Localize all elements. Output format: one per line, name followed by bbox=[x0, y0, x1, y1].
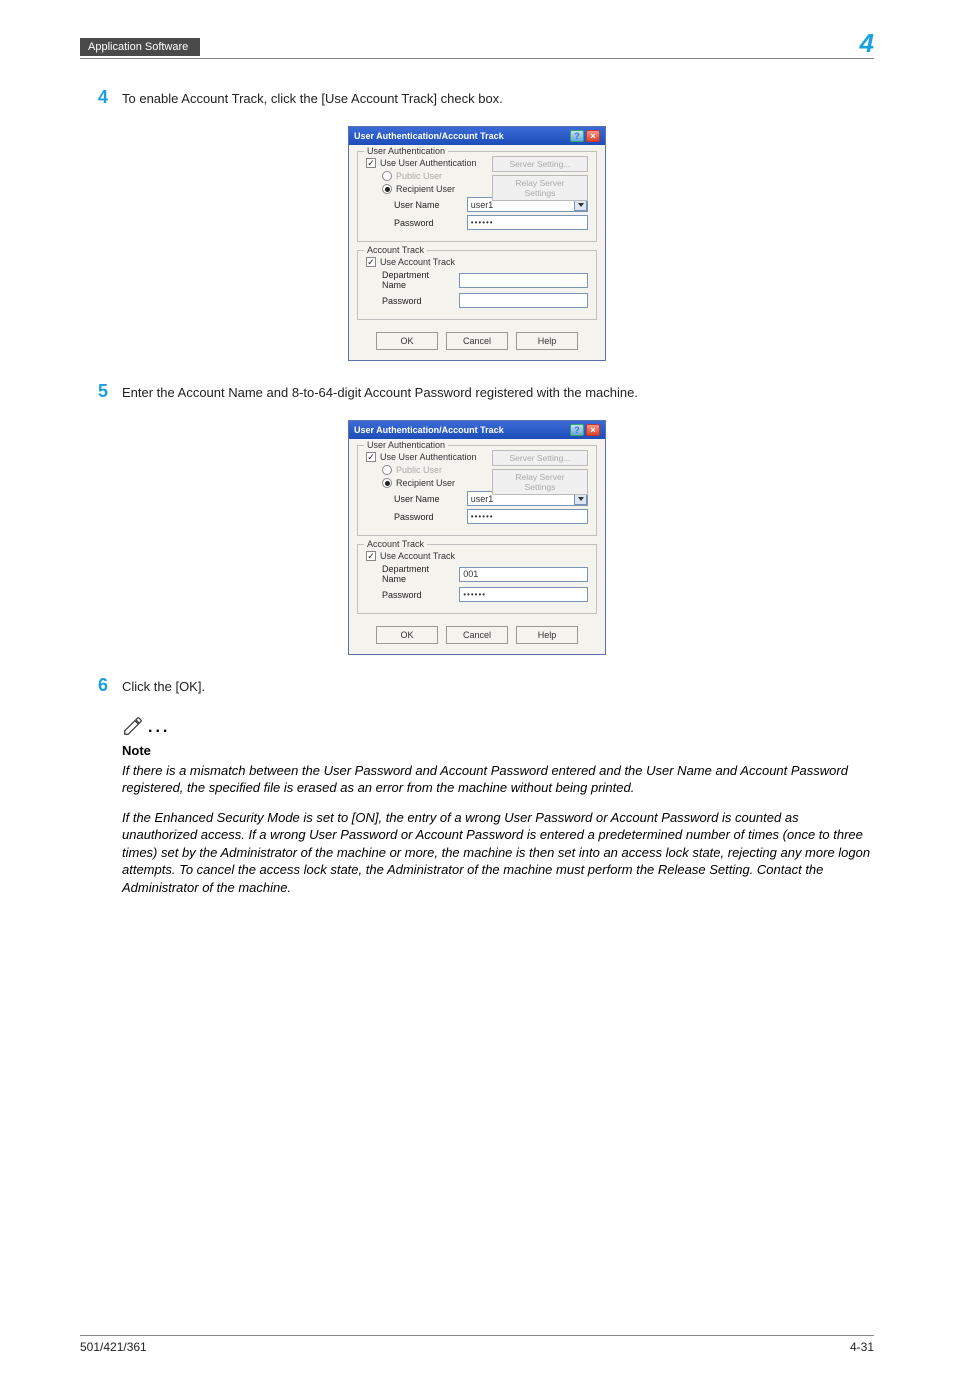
use-account-track-checkbox[interactable] bbox=[366, 257, 376, 267]
public-user-radio[interactable] bbox=[382, 171, 392, 181]
close-icon[interactable]: × bbox=[586, 130, 600, 142]
dialog-screenshot-2: User Authentication/Account Track ? × Us… bbox=[80, 420, 874, 655]
recipient-user-radio[interactable] bbox=[382, 478, 392, 488]
at-legend: Account Track bbox=[364, 245, 427, 255]
at-password-input[interactable] bbox=[459, 293, 588, 308]
help-icon[interactable]: ? bbox=[570, 130, 584, 142]
step-text: Enter the Account Name and 8-to-64-digit… bbox=[122, 381, 874, 402]
step-number: 6 bbox=[80, 675, 108, 696]
note-label: Note bbox=[122, 743, 874, 758]
ua-legend: User Authentication bbox=[364, 440, 448, 450]
user-auth-dialog: User Authentication/Account Track ? × Us… bbox=[348, 420, 606, 655]
step-5: 5 Enter the Account Name and 8-to-64-dig… bbox=[80, 381, 874, 402]
ok-button[interactable]: OK bbox=[376, 626, 438, 644]
page-header: Application Software 4 bbox=[80, 30, 874, 59]
at-legend: Account Track bbox=[364, 539, 427, 549]
step-number: 4 bbox=[80, 87, 108, 108]
password-label: Password bbox=[394, 512, 461, 522]
step-6: 6 Click the [OK]. bbox=[80, 675, 874, 696]
footer-right: 4-31 bbox=[850, 1340, 874, 1354]
recipient-user-label: Recipient User bbox=[396, 184, 455, 194]
section-title: Application Software bbox=[80, 38, 200, 56]
help-button[interactable]: Help bbox=[516, 626, 578, 644]
account-track-group: Account Track Use Account Track Departme… bbox=[357, 250, 597, 320]
help-button[interactable]: Help bbox=[516, 332, 578, 350]
cancel-button[interactable]: Cancel bbox=[446, 332, 508, 350]
use-account-track-label: Use Account Track bbox=[380, 257, 455, 267]
username-label: User Name bbox=[394, 494, 461, 504]
dialog-titlebar: User Authentication/Account Track ? × bbox=[349, 421, 605, 439]
use-user-auth-label: Use User Authentication bbox=[380, 452, 477, 462]
dept-name-input[interactable] bbox=[459, 273, 588, 288]
pencil-icon bbox=[122, 715, 144, 737]
recipient-user-radio[interactable] bbox=[382, 184, 392, 194]
use-user-auth-checkbox[interactable] bbox=[366, 452, 376, 462]
at-password-label: Password bbox=[382, 590, 453, 600]
step-4: 4 To enable Account Track, click the [Us… bbox=[80, 87, 874, 108]
use-account-track-checkbox[interactable] bbox=[366, 551, 376, 561]
username-label: User Name bbox=[394, 200, 461, 210]
at-password-input[interactable]: •••••• bbox=[459, 587, 588, 602]
page-footer: 501/421/361 4-31 bbox=[80, 1335, 874, 1354]
use-account-track-label: Use Account Track bbox=[380, 551, 455, 561]
public-user-label: Public User bbox=[396, 171, 442, 181]
ok-button[interactable]: OK bbox=[376, 332, 438, 350]
user-auth-dialog: User Authentication/Account Track ? × Us… bbox=[348, 126, 606, 361]
relay-server-button[interactable]: Relay Server Settings bbox=[492, 469, 588, 495]
recipient-user-label: Recipient User bbox=[396, 478, 455, 488]
user-authentication-group: User Authentication Server Setting... Re… bbox=[357, 445, 597, 536]
password-input[interactable]: •••••• bbox=[467, 509, 588, 524]
password-label: Password bbox=[394, 218, 461, 228]
cancel-button[interactable]: Cancel bbox=[446, 626, 508, 644]
use-user-auth-checkbox[interactable] bbox=[366, 158, 376, 168]
public-user-radio[interactable] bbox=[382, 465, 392, 475]
note-icon: ... bbox=[122, 715, 874, 737]
password-input[interactable]: •••••• bbox=[467, 215, 588, 230]
dialog-title-text: User Authentication/Account Track bbox=[354, 131, 504, 141]
close-icon[interactable]: × bbox=[586, 424, 600, 436]
note-paragraph-1: If there is a mismatch between the User … bbox=[122, 762, 874, 797]
server-setting-button[interactable]: Server Setting... bbox=[492, 450, 588, 466]
account-track-group: Account Track Use Account Track Departme… bbox=[357, 544, 597, 614]
at-password-label: Password bbox=[382, 296, 453, 306]
public-user-label: Public User bbox=[396, 465, 442, 475]
chapter-number: 4 bbox=[860, 30, 874, 56]
dialog-titlebar: User Authentication/Account Track ? × bbox=[349, 127, 605, 145]
note-paragraph-2: If the Enhanced Security Mode is set to … bbox=[122, 809, 874, 897]
dept-name-label: Department Name bbox=[382, 564, 453, 584]
user-authentication-group: User Authentication Server Setting... Re… bbox=[357, 151, 597, 242]
dialog-title-text: User Authentication/Account Track bbox=[354, 425, 504, 435]
step-text: Click the [OK]. bbox=[122, 675, 874, 696]
step-text: To enable Account Track, click the [Use … bbox=[122, 87, 874, 108]
relay-server-button[interactable]: Relay Server Settings bbox=[492, 175, 588, 201]
dept-name-label: Department Name bbox=[382, 270, 453, 290]
use-user-auth-label: Use User Authentication bbox=[380, 158, 477, 168]
page-content: 4 To enable Account Track, click the [Us… bbox=[80, 87, 874, 896]
dept-name-input[interactable]: 001 bbox=[459, 567, 588, 582]
server-setting-button[interactable]: Server Setting... bbox=[492, 156, 588, 172]
footer-left: 501/421/361 bbox=[80, 1340, 147, 1354]
help-icon[interactable]: ? bbox=[570, 424, 584, 436]
dialog-screenshot-1: User Authentication/Account Track ? × Us… bbox=[80, 126, 874, 361]
ua-legend: User Authentication bbox=[364, 146, 448, 156]
step-number: 5 bbox=[80, 381, 108, 402]
